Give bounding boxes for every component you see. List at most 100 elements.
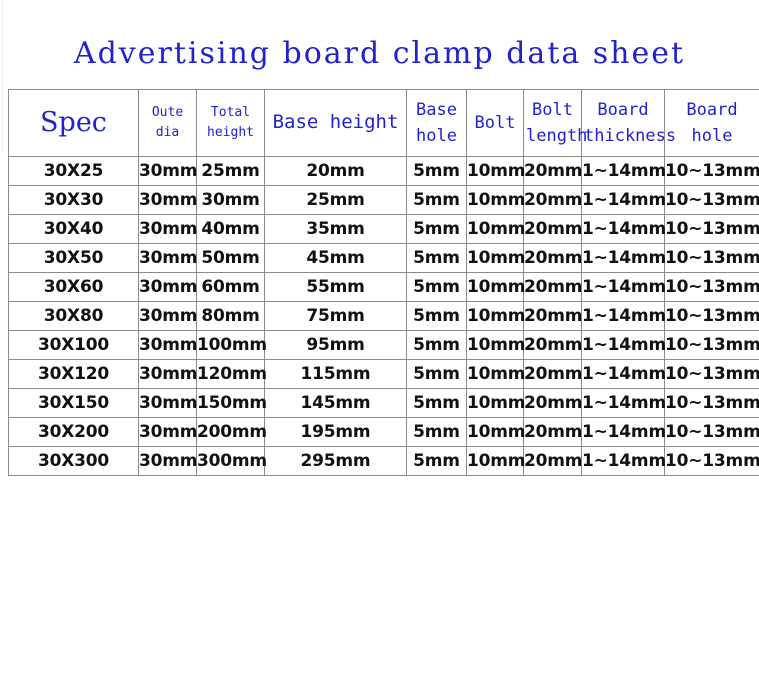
cell-bolt: 10mm — [466, 359, 525, 389]
header-label-bolt-length-line1: Bolt — [532, 99, 573, 120]
cell-outer-dia: 30mm — [138, 185, 197, 215]
clamp-data-table: Spec Oute dia Total height Base height B… — [8, 89, 759, 476]
cell-spec: 30X150 — [8, 388, 139, 418]
table-row: 30X100 30mm 100mm 95mm 5mm 10mm 20mm 1~14mm 10~1… — [8, 330, 759, 360]
table-body: 30X25 30mm 25mm 20mm 5mm 10mm 20mm 1~14mm 10~13m… — [8, 156, 759, 476]
cell-base-hole: 5mm — [406, 185, 467, 215]
cell-base-hole: 5mm — [406, 446, 467, 476]
cell-bolt-length: 20mm — [523, 417, 582, 447]
cell-board-hole: 10~13mm — [664, 417, 759, 447]
cell-total-height: 80mm — [196, 301, 265, 331]
cell-spec: 30X80 — [8, 301, 139, 331]
header-label-spec: Spec — [40, 107, 107, 139]
cell-board-thickness: 1~14mm — [581, 156, 666, 186]
cell-board-hole: 10~13mm — [664, 272, 759, 302]
header-label-base-hole-line2: hole — [416, 126, 457, 146]
cell-bolt: 10mm — [466, 301, 525, 331]
cell-bolt-length: 20mm — [523, 359, 582, 389]
cell-board-hole: 10~13mm — [664, 156, 759, 186]
cell-outer-dia: 30mm — [138, 359, 197, 389]
cell-base-height: 20mm — [264, 156, 407, 186]
table-row: 30X60 30mm 60mm 55mm 5mm 10mm 20mm 1~14mm 10~13m… — [8, 272, 759, 302]
column-header-bolt: Bolt — [466, 89, 524, 157]
column-header-board-hole: Board hole — [664, 89, 759, 157]
cell-base-hole: 5mm — [406, 243, 467, 273]
cell-total-height: 60mm — [196, 272, 265, 302]
header-label-outer-dia-line1: Oute — [151, 104, 184, 120]
cell-board-hole: 10~13mm — [664, 388, 759, 418]
cell-base-height: 115mm — [264, 359, 407, 389]
cell-spec: 30X40 — [8, 214, 139, 244]
cell-board-thickness: 1~14mm — [581, 359, 666, 389]
table-row: 30X30 30mm 30mm 25mm 5mm 10mm 20mm 1~14mm 10~13m… — [8, 185, 759, 215]
table-row: 30X50 30mm 50mm 45mm 5mm 10mm 20mm 1~14mm 10~13m… — [8, 243, 759, 273]
table-row: 30X80 30mm 80mm 75mm 5mm 10mm 20mm 1~14mm 10~13m… — [8, 301, 759, 331]
cell-bolt-length: 20mm — [523, 301, 582, 331]
cell-base-hole: 5mm — [406, 272, 467, 302]
cell-total-height: 200mm — [196, 417, 267, 447]
cell-total-height: 50mm — [196, 243, 265, 273]
cell-spec: 30X120 — [8, 359, 139, 389]
cell-base-height: 95mm — [264, 330, 407, 360]
cell-base-hole: 5mm — [406, 388, 467, 418]
column-header-spec: Spec — [8, 89, 139, 157]
cell-spec: 30X50 — [8, 243, 139, 273]
cell-board-hole: 10~13mm — [664, 301, 759, 331]
cell-board-thickness: 1~14mm — [581, 446, 666, 476]
cell-base-height: 55mm — [264, 272, 407, 302]
cell-spec: 30X60 — [8, 272, 139, 302]
cell-board-hole: 10~13mm — [664, 214, 759, 244]
cell-base-height: 35mm — [264, 214, 407, 244]
cell-base-height: 295mm — [264, 446, 407, 476]
cell-total-height: 150mm — [196, 388, 267, 418]
table-row: 30X25 30mm 25mm 20mm 5mm 10mm 20mm 1~14mm 10~13m… — [8, 156, 759, 186]
cell-outer-dia: 30mm — [138, 446, 197, 476]
column-header-board-thickness: Board thickness — [581, 89, 676, 157]
column-header-outer-dia: Oute dia — [138, 89, 197, 157]
cell-bolt-length: 20mm — [523, 214, 582, 244]
cell-bolt: 10mm — [466, 330, 525, 360]
cell-total-height: 40mm — [196, 214, 265, 244]
cell-base-height: 195mm — [264, 417, 407, 447]
cell-outer-dia: 30mm — [138, 272, 197, 302]
cell-board-thickness: 1~14mm — [581, 185, 666, 215]
cell-bolt: 10mm — [466, 214, 525, 244]
cell-board-thickness: 1~14mm — [581, 417, 666, 447]
cell-bolt: 10mm — [466, 417, 525, 447]
cell-base-height: 45mm — [264, 243, 407, 273]
cell-spec: 30X100 — [8, 330, 139, 360]
cell-outer-dia: 30mm — [138, 388, 197, 418]
table-row: 30X200 30mm 200mm 195mm 5mm 10mm 20mm 1~14mm 10~… — [8, 417, 759, 447]
header-label-bolt: Bolt — [474, 112, 516, 133]
cell-bolt: 10mm — [466, 446, 525, 476]
cell-base-hole: 5mm — [406, 214, 467, 244]
cell-total-height: 120mm — [196, 359, 267, 389]
cell-board-hole: 10~13mm — [664, 185, 759, 215]
cell-board-hole: 10~13mm — [664, 243, 759, 273]
cell-base-hole: 5mm — [406, 359, 467, 389]
cell-outer-dia: 30mm — [138, 330, 197, 360]
column-header-total-height: Total height — [196, 89, 265, 157]
column-header-base-hole: Base hole — [406, 89, 467, 157]
cell-base-hole: 5mm — [406, 301, 467, 331]
cell-total-height: 300mm — [196, 446, 267, 476]
table-row: 30X120 30mm 120mm 115mm 5mm 10mm 20mm 1~14mm 10~… — [8, 359, 759, 389]
cell-bolt-length: 20mm — [523, 156, 582, 186]
cell-total-height: 25mm — [196, 156, 265, 186]
cell-board-thickness: 1~14mm — [581, 214, 666, 244]
cell-outer-dia: 30mm — [138, 243, 197, 273]
column-header-base-height: Base height — [264, 89, 407, 157]
cell-spec: 30X25 — [8, 156, 139, 186]
cell-board-thickness: 1~14mm — [581, 272, 666, 302]
cell-bolt-length: 20mm — [523, 388, 582, 418]
cell-outer-dia: 30mm — [138, 214, 197, 244]
cell-board-hole: 10~13mm — [664, 359, 759, 389]
cell-board-thickness: 1~14mm — [581, 301, 666, 331]
cell-bolt: 10mm — [466, 272, 525, 302]
column-header-bolt-length: Bolt length — [523, 89, 587, 157]
cell-outer-dia: 30mm — [138, 156, 197, 186]
cell-bolt: 10mm — [466, 185, 525, 215]
cell-bolt-length: 20mm — [523, 272, 582, 302]
header-label-outer-dia-line2: dia — [155, 125, 180, 140]
table-row: 30X40 30mm 40mm 35mm 5mm 10mm 20mm 1~14mm 10~13m… — [8, 214, 759, 244]
